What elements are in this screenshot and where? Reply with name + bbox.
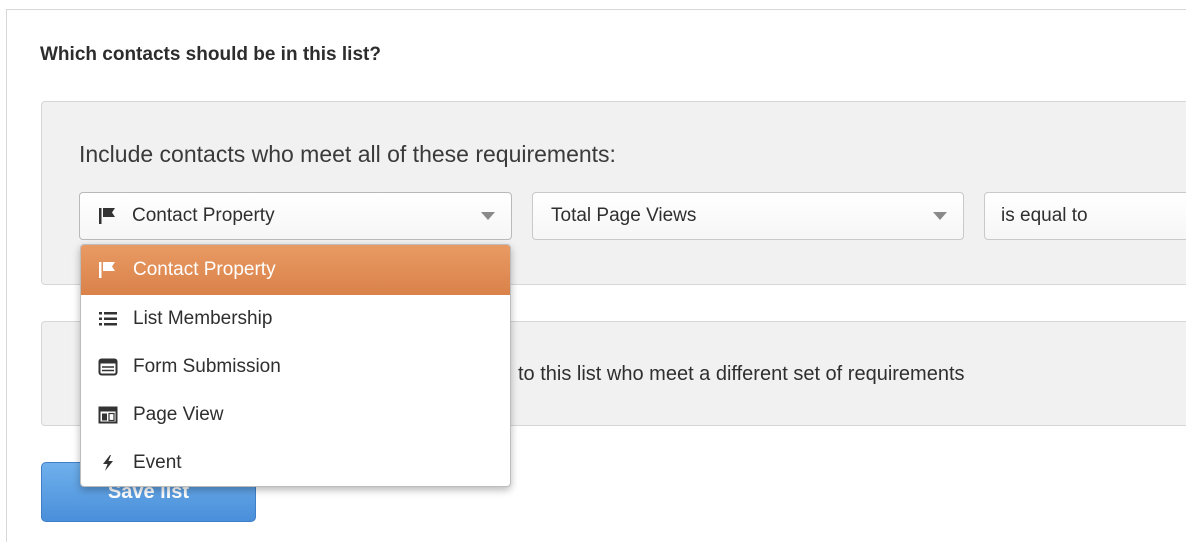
property-value: Total Page Views	[551, 205, 697, 226]
requirements-label: Include contacts who meet all of these r…	[79, 141, 616, 167]
dropdown-item-label: Event	[133, 452, 182, 473]
page-title: Which contacts should be in this list?	[40, 44, 381, 65]
dropdown-item-form-submission[interactable]: Form Submission	[81, 343, 510, 391]
page-icon	[97, 405, 119, 425]
flag-icon	[98, 207, 118, 225]
dropdown-item-label: Page View	[133, 404, 224, 425]
flag-icon	[97, 260, 119, 280]
dropdown-item-page-view[interactable]: Page View	[81, 391, 510, 439]
operator-select[interactable]: is equal to	[984, 192, 1186, 240]
filter-type-select[interactable]: Contact Property	[79, 192, 512, 240]
list-icon	[97, 309, 119, 329]
property-select[interactable]: Total Page Views	[532, 192, 964, 240]
dropdown-item-contact-property[interactable]: Contact Property	[81, 245, 510, 295]
dropdown-item-label: Form Submission	[133, 356, 281, 377]
operator-value: is equal to	[1001, 205, 1088, 226]
form-icon	[97, 357, 119, 377]
chevron-down-icon	[481, 212, 495, 220]
dropdown-item-label: List Membership	[133, 308, 273, 329]
dropdown-item-event[interactable]: Event	[81, 439, 510, 486]
chevron-down-icon	[933, 212, 947, 220]
filter-type-value: Contact Property	[132, 205, 275, 226]
dropdown-item-label: Contact Property	[133, 259, 276, 280]
or-panel-text[interactable]: to this list who meet a different set of…	[518, 363, 965, 386]
filter-type-dropdown: Contact Property List Membership Form Su…	[80, 244, 511, 487]
dropdown-item-list-membership[interactable]: List Membership	[81, 295, 510, 343]
bolt-icon	[97, 453, 119, 473]
